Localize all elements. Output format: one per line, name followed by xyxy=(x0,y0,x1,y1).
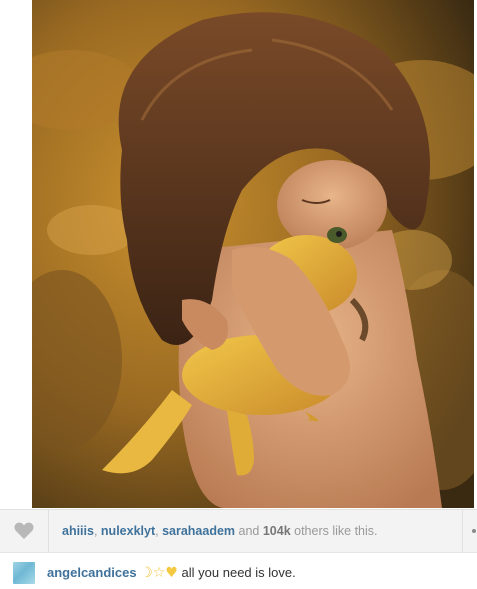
yellow-heart-icon: ♥ xyxy=(165,565,178,581)
liker-link[interactable]: nulexklyt xyxy=(101,524,155,538)
avatar[interactable] xyxy=(13,562,35,584)
like-button[interactable] xyxy=(0,510,49,552)
likes-and-text: and xyxy=(235,524,263,538)
liker-link[interactable]: sarahaadem xyxy=(162,524,235,538)
caption-row: angelcandices ☽☆♥ all you need is love. xyxy=(0,559,477,587)
caption: angelcandices ☽☆♥ all you need is love. xyxy=(47,559,296,587)
likes-separator: , xyxy=(93,524,101,538)
likes-summary: ahiiis, nulexklyt, sarahaadem and 104k o… xyxy=(62,510,378,552)
heart-icon xyxy=(14,522,34,539)
post-photo[interactable] xyxy=(32,0,474,508)
more-dots-icon xyxy=(472,529,476,533)
likes-count[interactable]: 104k xyxy=(263,524,291,538)
caption-text: all you need is love. xyxy=(181,565,296,580)
liker-link[interactable]: ahiiis xyxy=(62,524,94,538)
more-options-button[interactable] xyxy=(462,510,477,552)
photo-image xyxy=(32,0,474,508)
crescent-moon-icon: ☽ xyxy=(140,565,153,581)
likes-bar: ahiiis, nulexklyt, sarahaadem and 104k o… xyxy=(0,509,477,553)
likes-suffix: others like this. xyxy=(290,524,378,538)
caption-username-link[interactable]: angelcandices xyxy=(47,565,137,580)
instagram-post: ahiiis, nulexklyt, sarahaadem and 104k o… xyxy=(0,0,477,589)
star-icon: ☆ xyxy=(152,565,166,581)
